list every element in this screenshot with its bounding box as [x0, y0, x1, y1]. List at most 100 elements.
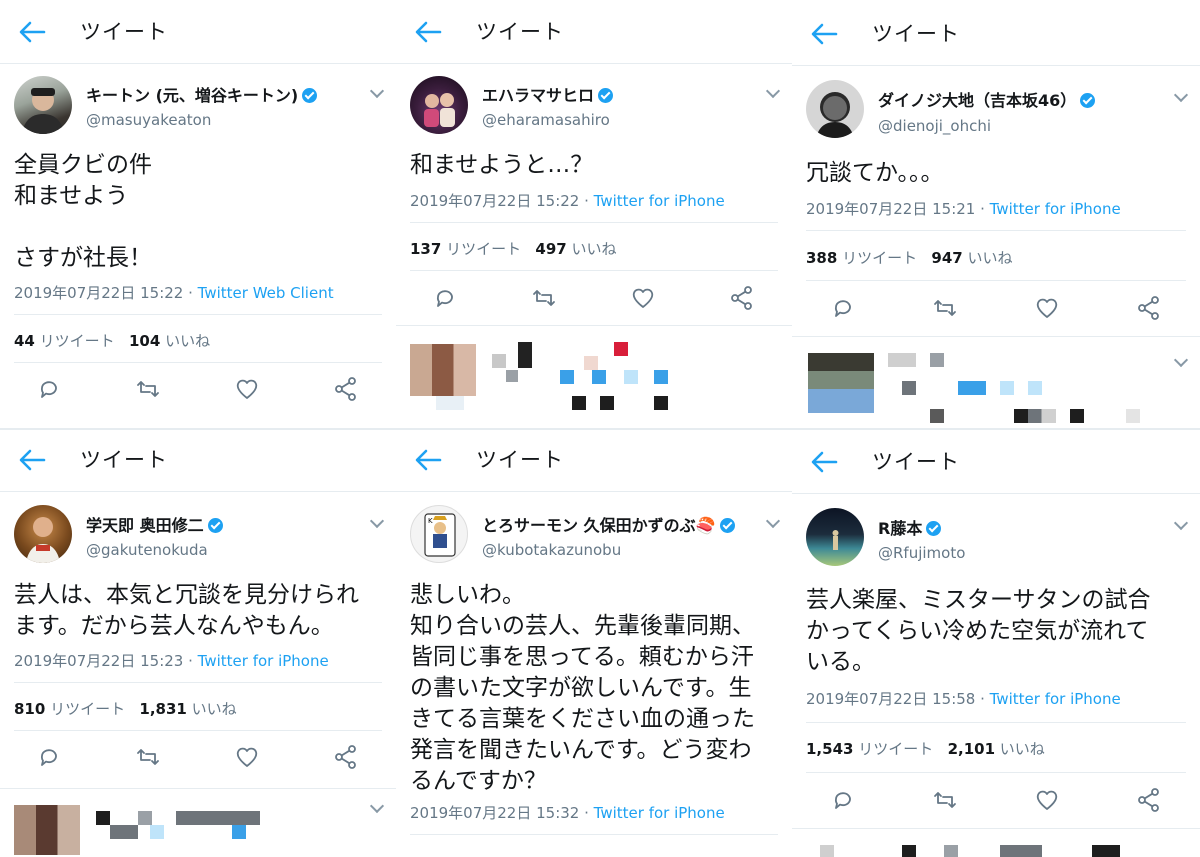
- display-name[interactable]: キートン (元、増谷キートン): [86, 82, 318, 106]
- tweet-source-link[interactable]: Twitter for iPhone: [198, 652, 329, 670]
- tweet-panel-gakutenokuda: ツイート 学天即 奥田修二 @gakutenokuda 芸人は、本気と冗談を見分…: [0, 430, 396, 857]
- tweet-text: 全員クビの件 和ませよう さすが社長！: [14, 152, 152, 271]
- retweet-icon[interactable]: [932, 295, 958, 321]
- retweet-label: リツイート: [858, 740, 934, 758]
- user-handle[interactable]: @kubotakazunobu: [482, 541, 621, 559]
- like-icon[interactable]: [234, 744, 260, 770]
- share-icon[interactable]: [333, 744, 359, 770]
- back-arrow-icon[interactable]: [810, 450, 838, 474]
- like-count[interactable]: 2,101: [948, 740, 995, 758]
- chevron-down-icon[interactable]: [369, 798, 385, 814]
- pixelated-reply[interactable]: [792, 828, 1200, 857]
- reply-icon[interactable]: [830, 295, 856, 321]
- pixel-block: [654, 396, 668, 410]
- meta-separator: ·: [579, 192, 594, 210]
- like-label: いいね: [191, 700, 237, 718]
- like-icon[interactable]: [234, 376, 260, 402]
- pixel-block: [1014, 409, 1056, 423]
- retweet-count[interactable]: 1,543: [806, 740, 853, 758]
- like-count[interactable]: 104: [129, 332, 160, 350]
- display-name-text: キートン (元、増谷キートン): [86, 86, 299, 105]
- share-icon[interactable]: [333, 376, 359, 402]
- retweet-icon[interactable]: [135, 744, 161, 770]
- chevron-down-icon[interactable]: [765, 83, 781, 99]
- back-arrow-icon[interactable]: [810, 22, 838, 46]
- avatar[interactable]: [410, 76, 468, 134]
- tweet-meta: 2019年07月22日 15:58 · Twitter for iPhone: [806, 688, 1121, 709]
- chevron-down-icon[interactable]: [1173, 87, 1189, 103]
- engagement-stats: [410, 848, 424, 857]
- chevron-down-icon[interactable]: [1173, 352, 1189, 368]
- pixel-block: [436, 396, 464, 410]
- tweet-source-link[interactable]: Twitter for iPhone: [990, 200, 1121, 218]
- chevron-down-icon[interactable]: [369, 513, 385, 529]
- reply-icon[interactable]: [432, 285, 458, 311]
- like-count[interactable]: 497: [535, 240, 566, 258]
- display-name[interactable]: R藤本: [878, 515, 942, 539]
- tweet-source-link[interactable]: Twitter for iPhone: [990, 690, 1121, 708]
- display-name[interactable]: エハラマサヒロ: [482, 82, 614, 106]
- like-icon[interactable]: [1034, 295, 1060, 321]
- user-handle[interactable]: @eharamasahiro: [482, 111, 610, 129]
- pixelated-reply[interactable]: [792, 336, 1200, 428]
- reply-icon[interactable]: [36, 744, 62, 770]
- retweet-icon[interactable]: [135, 376, 161, 402]
- like-count[interactable]: 1,831: [139, 700, 186, 718]
- retweet-count[interactable]: 388: [806, 249, 837, 267]
- retweet-count[interactable]: 137: [410, 240, 441, 258]
- action-bar: [0, 744, 396, 774]
- tweet-source-link[interactable]: Twitter for iPhone: [594, 192, 725, 210]
- tweet-meta: 2019年07月22日 15:32 · Twitter for iPhone: [410, 802, 725, 823]
- svg-text:K: K: [428, 517, 433, 525]
- share-icon[interactable]: [1136, 787, 1162, 813]
- tweet-panel-dienoji-ohchi: ツイート ダイノジ大地（吉本坂46） @dienoji_ohchi 冗談てか。。…: [792, 0, 1200, 428]
- avatar[interactable]: [14, 505, 72, 563]
- pixel-block: [14, 805, 80, 855]
- user-handle[interactable]: @masuyakeaton: [86, 111, 211, 129]
- chevron-down-icon[interactable]: [369, 83, 385, 99]
- back-arrow-icon[interactable]: [414, 20, 442, 44]
- user-handle[interactable]: @gakutenokuda: [86, 541, 208, 559]
- header-title: ツイート: [476, 448, 564, 472]
- display-name[interactable]: 学天即 奥田修二: [86, 512, 223, 536]
- retweet-icon[interactable]: [531, 285, 557, 311]
- chevron-down-icon[interactable]: [765, 513, 781, 529]
- pixelated-reply[interactable]: [0, 788, 396, 857]
- pixel-block: [176, 811, 260, 825]
- verified-badge-icon: [598, 88, 614, 103]
- avatar[interactable]: [14, 76, 72, 134]
- like-icon[interactable]: [630, 285, 656, 311]
- back-arrow-icon[interactable]: [18, 448, 46, 472]
- avatar[interactable]: [806, 508, 864, 566]
- tweet-timestamp: 2019年07月22日 15:21: [806, 200, 976, 218]
- like-icon[interactable]: [1034, 787, 1060, 813]
- tweet-source-link[interactable]: Twitter for iPhone: [594, 804, 725, 822]
- pixel-block: [654, 370, 668, 384]
- reply-icon[interactable]: [830, 787, 856, 813]
- reply-icon[interactable]: [36, 376, 62, 402]
- divider: [806, 772, 1186, 773]
- avatar[interactable]: [806, 80, 864, 138]
- avatar[interactable]: K: [410, 505, 468, 563]
- pixelated-reply[interactable]: [396, 325, 792, 428]
- share-icon[interactable]: [729, 285, 755, 311]
- tweet-source-link[interactable]: Twitter Web Client: [198, 284, 334, 302]
- like-count[interactable]: 947: [931, 249, 962, 267]
- chevron-down-icon[interactable]: [1173, 515, 1189, 531]
- verified-badge-icon: [302, 88, 318, 103]
- back-arrow-icon[interactable]: [414, 448, 442, 472]
- user-handle[interactable]: @dienoji_ohchi: [878, 117, 991, 135]
- back-arrow-icon[interactable]: [18, 20, 46, 44]
- retweet-icon[interactable]: [932, 787, 958, 813]
- pixel-block: [584, 356, 598, 370]
- tweet-timestamp: 2019年07月22日 15:22: [410, 192, 580, 210]
- avatar-image: [22, 88, 64, 134]
- retweet-count[interactable]: 810: [14, 700, 45, 718]
- share-icon[interactable]: [1136, 295, 1162, 321]
- display-name[interactable]: ダイノジ大地（吉本坂46）: [878, 87, 1096, 111]
- user-handle[interactable]: @Rfujimoto: [878, 544, 965, 562]
- retweet-count[interactable]: 44: [14, 332, 35, 350]
- like-label: いいね: [967, 249, 1013, 267]
- pixel-block: [410, 344, 476, 396]
- display-name[interactable]: とろサーモン 久保田かずのぶ🍣: [482, 512, 735, 536]
